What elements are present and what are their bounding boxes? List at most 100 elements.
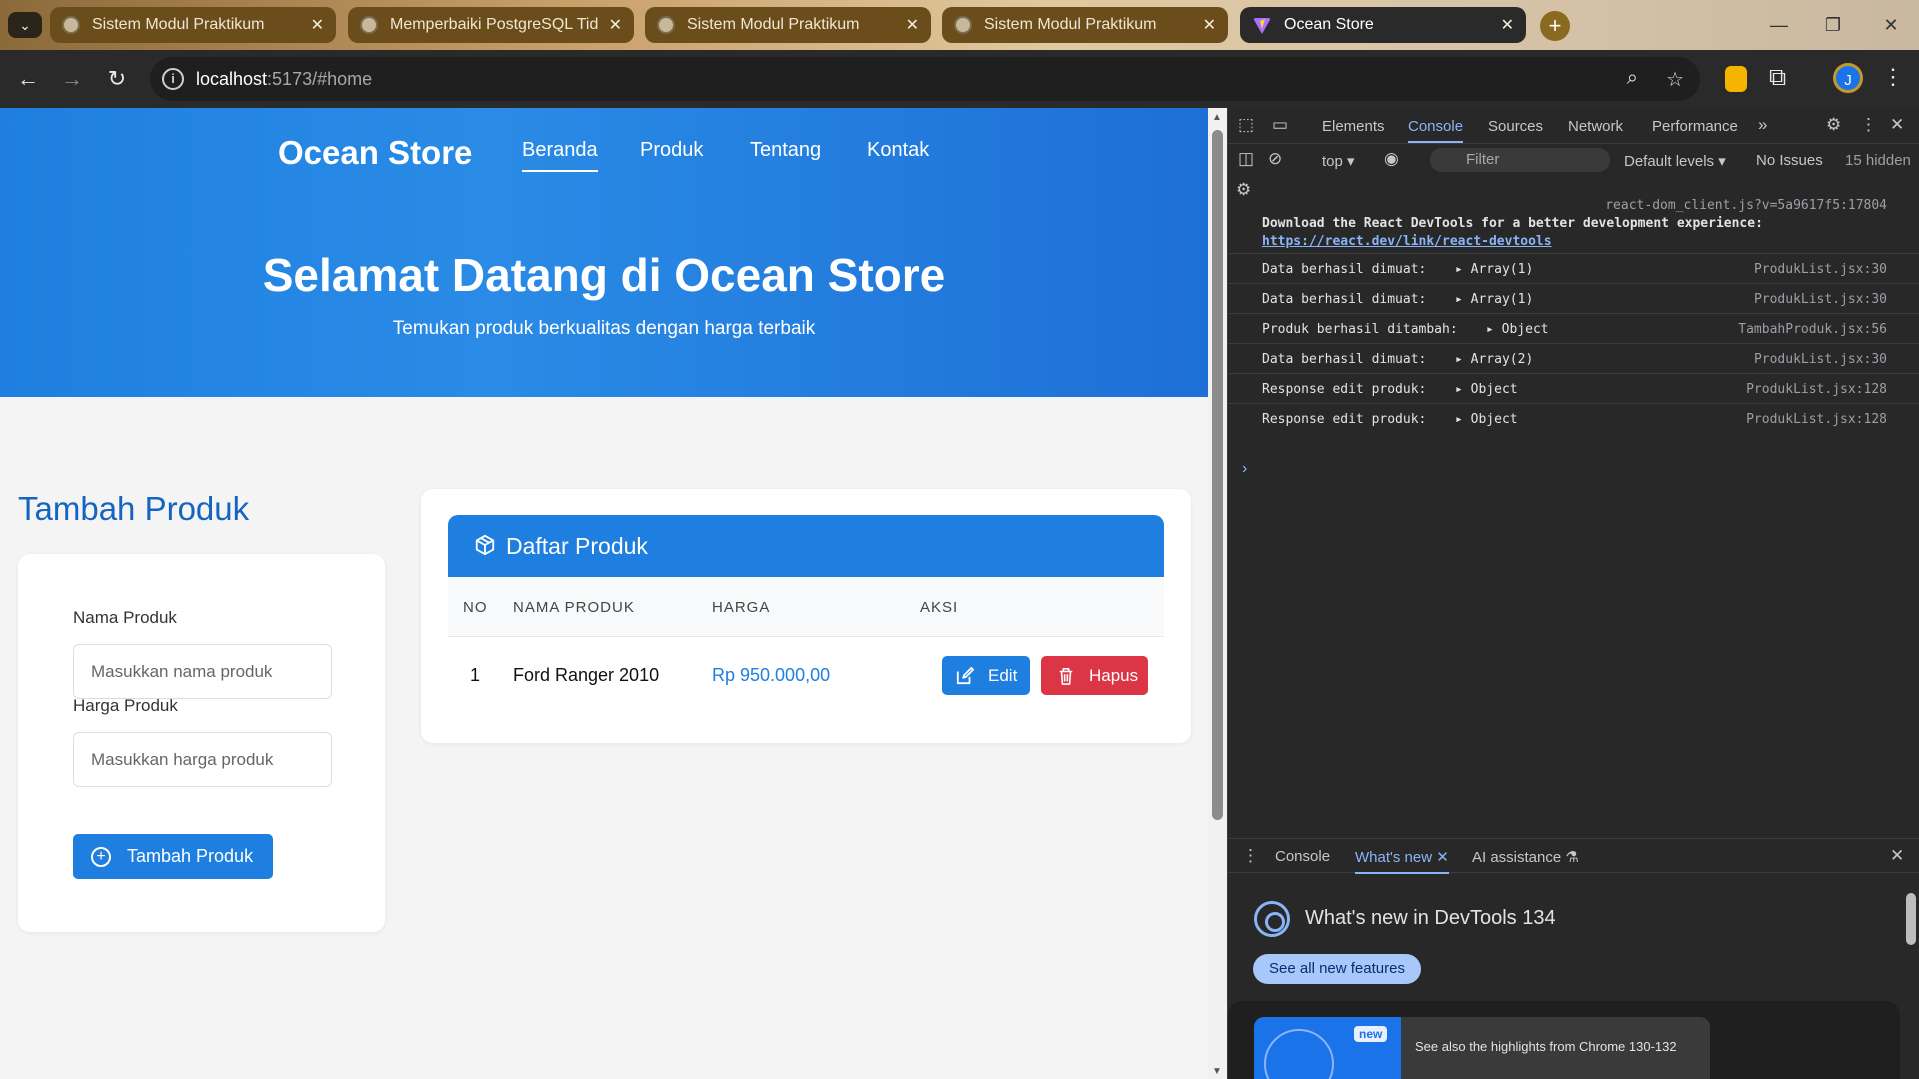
- browser-tab[interactable]: Memperbaiki PostgreSQL Tidak ✕: [348, 7, 634, 43]
- add-product-form: Nama Produk Harga Produk + Tambah Produk: [18, 554, 385, 932]
- url-input[interactable]: i localhost:5173/#home ⌕ ☆: [150, 57, 1700, 101]
- add-product-button[interactable]: + Tambah Produk: [73, 834, 273, 879]
- edit-icon: [956, 666, 974, 684]
- scrollbar-thumb[interactable]: [1212, 130, 1223, 820]
- scroll-down-arrow-icon[interactable]: ▼: [1212, 1066, 1222, 1077]
- eye-icon[interactable]: ◉: [1384, 149, 1399, 169]
- web-page: Ocean Store Beranda Produk Tentang Konta…: [0, 108, 1208, 1079]
- log-source-link[interactable]: ProdukList.jsx:30: [1754, 352, 1887, 367]
- sidebar-toggle-icon[interactable]: ◫: [1238, 149, 1254, 169]
- browser-tab-bar: ⌄ Sistem Modul Praktikum ✕ Memperbaiki P…: [0, 0, 1919, 50]
- highlights-text[interactable]: See also the highlights from Chrome 130-…: [1415, 1039, 1677, 1054]
- console-filter-input[interactable]: Filter: [1430, 148, 1610, 172]
- drawer-tab-console[interactable]: Console: [1275, 848, 1330, 865]
- console-prompt-icon[interactable]: ›: [1242, 460, 1247, 478]
- devtools-tab-elements[interactable]: Elements: [1322, 118, 1385, 135]
- product-name: Ford Ranger 2010: [513, 665, 660, 685]
- close-drawer-icon[interactable]: ✕: [1890, 846, 1904, 866]
- react-devtools-link[interactable]: https://react.dev/link/react-devtools: [1262, 234, 1552, 249]
- nav-link-kontak[interactable]: Kontak: [867, 139, 929, 162]
- devtools-tab-performance[interactable]: Performance: [1652, 118, 1738, 135]
- nav-link-tentang[interactable]: Tentang: [750, 139, 821, 162]
- inspect-element-icon[interactable]: ⬚: [1238, 115, 1254, 135]
- close-icon[interactable]: ✕: [1203, 15, 1216, 35]
- brand-logo[interactable]: Ocean Store: [278, 134, 472, 172]
- log-source-link[interactable]: ProdukList.jsx:30: [1754, 262, 1887, 277]
- drawer-scrollbar-thumb[interactable]: [1906, 893, 1916, 945]
- log-source-link[interactable]: ProdukList.jsx:30: [1754, 292, 1887, 307]
- close-icon[interactable]: ✕: [609, 15, 622, 35]
- close-icon[interactable]: ✕: [906, 15, 919, 35]
- profile-avatar[interactable]: J: [1833, 63, 1863, 93]
- log-object[interactable]: ▸ Object: [1486, 322, 1549, 337]
- back-arrow-icon[interactable]: ←: [14, 65, 42, 93]
- context-selector[interactable]: top ▾: [1322, 152, 1355, 170]
- log-source-link[interactable]: react-dom_client.js?v=5a9617f5:17804: [1605, 198, 1887, 213]
- drawer-tab-ai-assistance[interactable]: AI assistance ⚗: [1472, 848, 1579, 866]
- log-text: Data berhasil dimuat:: [1262, 262, 1427, 277]
- drawer-scrollbar[interactable]: [1900, 875, 1919, 1079]
- clear-console-icon[interactable]: ⊘: [1268, 149, 1282, 169]
- log-object[interactable]: ▸ Array(1): [1455, 292, 1533, 307]
- address-bar-row: ← → ↻ i localhost:5173/#home ⌕ ☆ ⧉ J ⋮: [0, 50, 1919, 108]
- devtools-tab-sources[interactable]: Sources: [1488, 118, 1543, 135]
- browser-tab[interactable]: Sistem Modul Praktikum ✕: [942, 7, 1228, 43]
- nav-link-produk[interactable]: Produk: [640, 139, 703, 162]
- nav-link-beranda[interactable]: Beranda: [522, 139, 598, 172]
- column-header-price: HARGA: [712, 599, 771, 616]
- log-object[interactable]: ▸ Object: [1455, 412, 1518, 427]
- console-message: Data berhasil dimuat: ▸ Array(1) ProdukL…: [1228, 254, 1919, 284]
- extensions-puzzle-icon[interactable]: ⧉: [1769, 64, 1786, 92]
- reload-icon[interactable]: ↻: [103, 65, 131, 93]
- log-object[interactable]: ▸ Array(1): [1455, 262, 1533, 277]
- page-scrollbar[interactable]: ▲ ▼: [1208, 108, 1227, 1079]
- hero-title: Selamat Datang di Ocean Store: [262, 249, 946, 301]
- console-message: Data berhasil dimuat: ▸ Array(1) ProdukL…: [1228, 284, 1919, 314]
- drawer-tab-whats-new[interactable]: What's new ✕: [1355, 848, 1449, 874]
- new-badge: new: [1354, 1026, 1388, 1042]
- minimize-button[interactable]: —: [1756, 10, 1802, 40]
- close-icon[interactable]: ✕: [1501, 15, 1514, 35]
- browser-menu-icon[interactable]: ⋮: [1882, 64, 1904, 90]
- browser-tab[interactable]: Sistem Modul Praktikum ✕: [50, 7, 336, 43]
- box-icon: [475, 534, 495, 556]
- settings-gear-icon[interactable]: ⚙: [1826, 115, 1841, 135]
- scroll-up-arrow-icon[interactable]: ▲: [1212, 112, 1222, 123]
- extension-icon[interactable]: [1725, 66, 1747, 92]
- devtools-tab-network[interactable]: Network: [1568, 118, 1623, 135]
- devtools-tab-console[interactable]: Console: [1408, 118, 1464, 143]
- edit-button[interactable]: Edit: [942, 656, 1030, 695]
- product-name-input[interactable]: [73, 644, 332, 699]
- forward-arrow-icon[interactable]: →: [58, 65, 86, 93]
- product-price-input[interactable]: [73, 732, 332, 787]
- close-window-button[interactable]: ✕: [1868, 10, 1914, 40]
- see-all-features-button[interactable]: See all new features: [1253, 954, 1421, 984]
- log-text: Response edit produk:: [1262, 382, 1427, 397]
- device-toolbar-icon[interactable]: ▭: [1272, 115, 1288, 135]
- browser-tab-active[interactable]: Ocean Store ✕: [1240, 7, 1526, 43]
- site-info-icon[interactable]: i: [162, 68, 184, 90]
- more-tabs-icon[interactable]: »: [1758, 115, 1767, 135]
- close-icon[interactable]: ✕: [311, 15, 324, 35]
- log-object[interactable]: ▸ Object: [1455, 382, 1518, 397]
- log-source-link[interactable]: ProdukList.jsx:128: [1746, 412, 1887, 427]
- zoom-icon[interactable]: ⌕: [1627, 67, 1638, 90]
- new-tab-button[interactable]: +: [1540, 11, 1570, 41]
- log-source-link[interactable]: ProdukList.jsx:128: [1746, 382, 1887, 397]
- url-text: localhost:5173/#home: [196, 69, 373, 89]
- drawer-menu-icon[interactable]: ⋮: [1242, 846, 1259, 866]
- restore-button[interactable]: ❐: [1810, 10, 1856, 40]
- log-source-link[interactable]: TambahProduk.jsx:56: [1738, 322, 1887, 337]
- row-number: 1: [470, 665, 481, 685]
- log-object[interactable]: ▸ Array(2): [1455, 352, 1533, 367]
- price-label: Harga Produk: [73, 696, 178, 715]
- log-levels-dropdown[interactable]: Default levels ▾: [1624, 152, 1726, 170]
- close-devtools-icon[interactable]: ✕: [1890, 115, 1904, 135]
- browser-tab[interactable]: Sistem Modul Praktikum ✕: [645, 7, 931, 43]
- delete-button[interactable]: Hapus: [1041, 656, 1148, 695]
- console-toolbar: ◫ ⊘ top ▾ ◉ Filter Default levels ▾ No I…: [1228, 144, 1919, 176]
- issues-indicator[interactable]: No Issues: [1756, 152, 1823, 169]
- devtools-menu-icon[interactable]: ⋮: [1860, 115, 1877, 135]
- tab-search-button[interactable]: ⌄: [8, 12, 42, 38]
- star-icon[interactable]: ☆: [1666, 67, 1684, 92]
